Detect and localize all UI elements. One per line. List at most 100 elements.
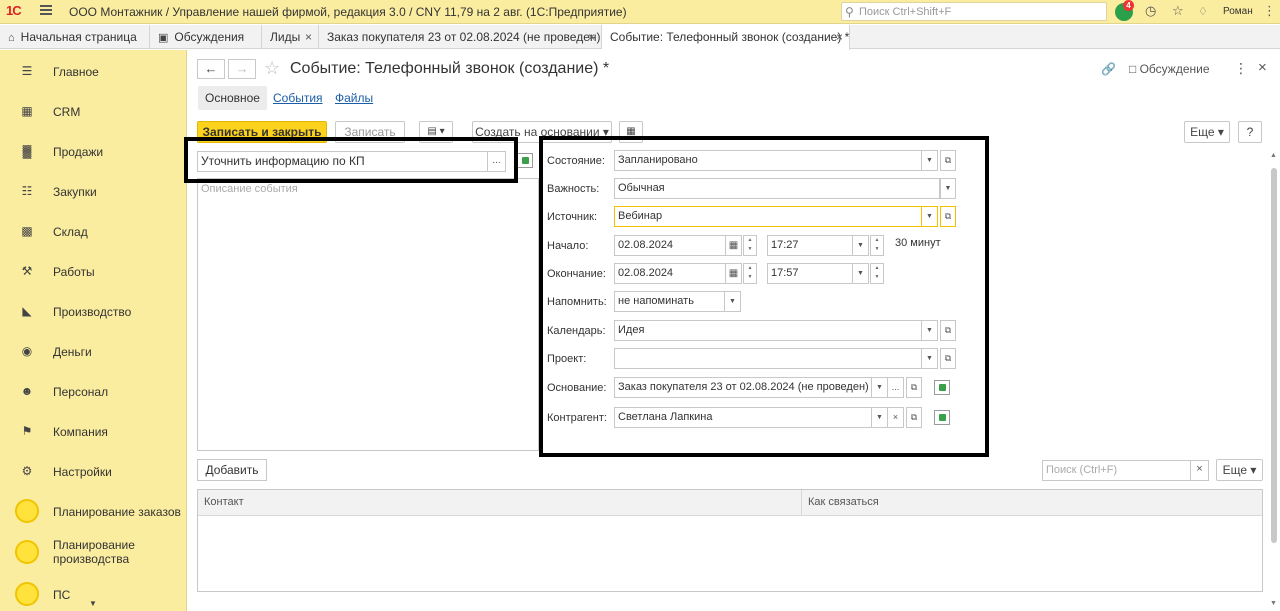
sidebar-item-production-planning[interactable]: Планирование производства — [0, 532, 186, 572]
scroll-up-icon[interactable]: ▲ — [1270, 152, 1277, 159]
fill-icon[interactable] — [934, 380, 950, 395]
chevron-down-icon[interactable]: ▼ — [922, 150, 938, 171]
state-field[interactable]: Запланировано — [614, 150, 922, 171]
create-based-on-button[interactable]: Создать на основании ▾ — [472, 121, 612, 143]
tab-leads[interactable]: Лиды × — [262, 25, 319, 49]
remind-field[interactable]: не напоминать — [614, 291, 725, 312]
sidebar-item-settings[interactable]: ⚙ Настройки — [0, 451, 186, 491]
open-icon[interactable]: ⧉ — [940, 348, 956, 369]
time-spinner[interactable]: ▲ ▼ — [870, 263, 884, 284]
close-icon[interactable]: × — [1258, 59, 1267, 76]
save-and-close-button[interactable]: Записать и закрыть — [197, 121, 327, 143]
project-field[interactable] — [614, 348, 922, 369]
contacts-search-input[interactable]: Поиск (Ctrl+F) × — [1042, 460, 1209, 481]
tab-event[interactable]: Событие: Телефонный звонок (создание) * × — [602, 25, 850, 50]
chevron-down-icon[interactable]: ▼ — [725, 291, 741, 312]
main-menu-icon[interactable] — [40, 5, 52, 15]
end-date-field[interactable]: 02.08.2024 — [614, 263, 726, 284]
sidebar-item-company[interactable]: ⚑ Компания — [0, 411, 186, 451]
open-icon[interactable]: ⧉ — [906, 377, 922, 398]
notifications-icon[interactable]: 4 — [1115, 0, 1134, 21]
sidebar-item-sales[interactable]: ▓ Продажи — [0, 131, 186, 171]
chevron-down-icon[interactable]: ▼ — [89, 599, 97, 608]
open-icon[interactable]: ⧉ — [940, 320, 956, 341]
calendar-icon[interactable]: ▦ — [726, 263, 742, 284]
date-spinner[interactable]: ▲ ▼ — [743, 263, 757, 284]
templates-icon[interactable] — [517, 153, 533, 168]
source-field[interactable]: Вебинар — [614, 206, 922, 227]
sidebar-item-purchases[interactable]: ☷ Закупки — [0, 171, 186, 211]
forward-button[interactable]: → — [228, 59, 256, 79]
user-name[interactable]: Роман — [1223, 6, 1253, 17]
basis-field[interactable]: Заказ покупателя 23 от 02.08.2024 (не пр… — [614, 377, 872, 398]
open-icon[interactable]: ⧉ — [940, 206, 956, 227]
link-icon[interactable]: 🔗 — [1101, 62, 1116, 76]
favorite-star-icon[interactable]: ☆ — [264, 58, 280, 79]
close-icon[interactable]: × — [305, 25, 312, 49]
bell-icon[interactable]: ♢ — [1198, 5, 1208, 18]
subject-input[interactable]: Уточнить информацию по КП ... — [197, 151, 506, 172]
end-time-field[interactable]: 17:57 — [767, 263, 853, 284]
calendar-icon[interactable]: ▦ — [726, 235, 742, 256]
more-button[interactable]: Еще ▾ — [1184, 121, 1230, 143]
more-actions-icon[interactable]: ⋮ — [1234, 60, 1248, 77]
global-search-input[interactable]: ⚲ Поиск Ctrl+Shift+F — [841, 2, 1107, 21]
print-button[interactable]: ▤ ▾ — [419, 121, 453, 143]
scroll-down-icon[interactable]: ▼ — [1270, 600, 1277, 607]
start-time-field[interactable]: 17:27 — [767, 235, 853, 256]
tab-customer-order[interactable]: Заказ покупателя 23 от 02.08.2024 (не пр… — [319, 25, 602, 49]
favorites-star-icon[interactable]: ☆ — [1172, 3, 1184, 19]
sidebar-item-order-planning[interactable]: Планирование заказов — [0, 491, 186, 531]
sidebar-item-main[interactable]: ☰ Главное — [0, 51, 186, 91]
tab-main[interactable]: Основное — [198, 86, 267, 110]
counterparty-field[interactable]: Светлана Лапкина — [614, 407, 872, 428]
chevron-down-icon[interactable]: ▼ — [922, 320, 938, 341]
tab-discussions[interactable]: ▣ Обсуждения — [150, 25, 262, 49]
tab-home[interactable]: ⌂ Начальная страница — [0, 25, 150, 49]
chevron-down-icon[interactable]: ▼ — [853, 263, 869, 284]
column-how-to-contact[interactable]: Как связаться — [801, 490, 1262, 516]
contacts-table[interactable]: Контакт Как связаться — [197, 489, 1263, 592]
start-date-field[interactable]: 02.08.2024 — [614, 235, 726, 256]
select-button[interactable]: ... — [888, 377, 904, 398]
history-icon[interactable]: ◷ — [1145, 3, 1156, 19]
chevron-down-icon[interactable]: ▼ — [872, 407, 888, 428]
chevron-down-icon[interactable]: ▼ — [872, 377, 888, 398]
sidebar-item-personnel[interactable]: ☻ Персонал — [0, 371, 186, 411]
date-spinner[interactable]: ▲ ▼ — [743, 235, 757, 256]
close-icon[interactable]: × — [588, 25, 595, 49]
scroll-thumb[interactable] — [1271, 168, 1277, 543]
open-icon[interactable]: ⧉ — [906, 407, 922, 428]
description-textarea[interactable]: Описание события — [197, 178, 539, 451]
clear-icon[interactable]: × — [888, 407, 904, 428]
discussion-button[interactable]: □ Обсуждение — [1129, 62, 1210, 76]
open-icon[interactable]: ⧉ — [940, 150, 956, 171]
vertical-scrollbar[interactable]: ▲ ▼ — [1270, 152, 1278, 611]
tab-files[interactable]: Файлы — [328, 86, 380, 110]
back-button[interactable]: ← — [197, 59, 225, 79]
select-button[interactable]: ... — [487, 151, 505, 172]
fill-icon[interactable] — [934, 410, 950, 425]
save-button[interactable]: Записать — [335, 121, 405, 143]
chevron-down-icon[interactable]: ▼ — [940, 178, 956, 199]
contacts-more-button[interactable]: Еще ▾ — [1216, 459, 1263, 481]
tab-events[interactable]: События — [266, 86, 330, 110]
column-contact[interactable]: Контакт — [198, 490, 801, 516]
chevron-down-icon[interactable]: ▼ — [922, 206, 938, 227]
structure-button[interactable]: ▦ — [619, 121, 643, 143]
system-menu-icon[interactable]: ⋮ — [1263, 3, 1276, 19]
sidebar-item-works[interactable]: ⚒ Работы — [0, 251, 186, 291]
importance-field[interactable]: Обычная — [614, 178, 940, 199]
sidebar-item-money[interactable]: ◉ Деньги — [0, 331, 186, 371]
chevron-down-icon[interactable]: ▼ — [922, 348, 938, 369]
close-icon[interactable]: × — [836, 25, 843, 49]
time-spinner[interactable]: ▲ ▼ — [870, 235, 884, 256]
clear-icon[interactable]: × — [1190, 460, 1208, 481]
calendar-field[interactable]: Идея — [614, 320, 922, 341]
sidebar-item-production[interactable]: ◣ Производство — [0, 291, 186, 331]
sidebar-item-warehouse[interactable]: ▩ Склад — [0, 211, 186, 251]
chevron-down-icon[interactable]: ▼ — [853, 235, 869, 256]
add-contact-button[interactable]: Добавить — [197, 459, 267, 481]
help-button[interactable]: ? — [1238, 121, 1262, 143]
sidebar-item-crm[interactable]: ▦ CRM — [0, 91, 186, 131]
